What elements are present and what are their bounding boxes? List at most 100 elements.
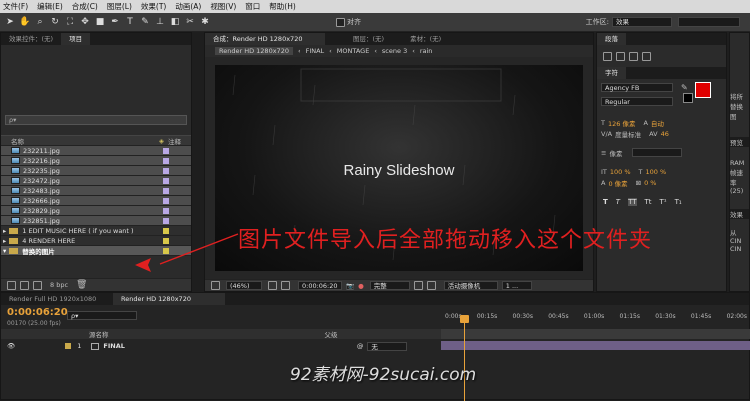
tab-project[interactable]: 项目 (61, 33, 91, 45)
expand-arrow-icon[interactable]: ▸ (3, 227, 6, 235)
stroke-unit-value[interactable]: 像素 (609, 148, 622, 158)
breadcrumb-item[interactable]: rain (420, 47, 433, 55)
tab-render-hd[interactable]: Render HD 1280x720 (113, 293, 225, 305)
workspace-select[interactable]: 效果 (612, 17, 672, 27)
column-name-header[interactable]: 名称 (11, 136, 24, 146)
interpret-footage-icon[interactable] (7, 280, 16, 290)
timecode-display[interactable]: 0:00:06:20 (7, 307, 68, 318)
stroke-style-select[interactable] (632, 148, 683, 157)
tab-composition[interactable]: 合成：Render HD 1280x720 (205, 33, 325, 45)
align-checkbox[interactable] (336, 17, 345, 27)
menu-edit[interactable]: 编辑(E) (37, 1, 63, 12)
list-item[interactable]: 232666.jpg (1, 196, 191, 206)
tab-layer[interactable]: 图层：(无) (345, 33, 392, 45)
transparency-grid-icon[interactable] (426, 281, 436, 290)
text-tool-icon[interactable]: T (124, 16, 136, 28)
menu-effect[interactable]: 效果(T) (141, 1, 166, 12)
fill-color-swatch[interactable] (695, 82, 711, 98)
expand-arrow-icon[interactable]: ▾ (3, 247, 6, 255)
tsume-value[interactable]: 0 % (644, 179, 656, 187)
justify-icon[interactable] (642, 51, 651, 61)
menu-help[interactable]: 帮助(H) (269, 1, 296, 12)
faux-bold-button[interactable]: T (603, 198, 608, 206)
align-right-icon[interactable] (629, 51, 638, 61)
pen-tool-icon[interactable]: ✒ (109, 16, 121, 28)
menu-file[interactable]: 文件(F) (3, 1, 28, 12)
current-time-indicator[interactable] (464, 317, 465, 401)
rectangle-tool-icon[interactable]: ■ (94, 16, 106, 28)
edge-tab-preview[interactable]: 预览 (730, 137, 749, 147)
stroke-color-swatch[interactable] (683, 93, 693, 103)
all-caps-button[interactable]: TT (628, 198, 637, 206)
kerning-value[interactable]: 度量标准 (615, 129, 641, 139)
list-item[interactable]: 232216.jpg (1, 156, 191, 166)
resolution-select[interactable]: 完整 (369, 281, 410, 290)
align-center-icon[interactable] (616, 51, 625, 61)
column-source-name[interactable]: 源名称 (89, 329, 109, 339)
list-item[interactable]: 232472.jpg (1, 176, 191, 186)
breadcrumb-item[interactable]: MONTAGE (337, 47, 370, 55)
roi-icon[interactable] (413, 281, 423, 290)
bpc-label[interactable]: 8 bpc (50, 281, 68, 289)
menu-layer[interactable]: 图层(L) (107, 1, 132, 12)
camera-select[interactable]: 活动摄像机 (443, 281, 498, 290)
tab-effect-controls[interactable]: 效果控件：(无) (1, 33, 61, 45)
time-ruler[interactable]: 0:00s 00:15s 00:30s 00:45s 01:00s 01:15s 01:30… (441, 313, 750, 325)
column-note-header[interactable]: 注释 (168, 136, 181, 146)
tracking-value[interactable]: 46 (661, 130, 669, 138)
list-item[interactable]: 232851.jpg (1, 216, 191, 226)
parent-select[interactable]: 无 (367, 341, 408, 351)
faux-italic-button[interactable]: T (616, 198, 620, 206)
mask-icon[interactable] (281, 281, 290, 290)
tab-footage[interactable]: 素材：(无) (402, 33, 449, 45)
list-item[interactable]: 232483.jpg (1, 186, 191, 196)
expand-arrow-icon[interactable]: ▸ (3, 237, 6, 245)
align-left-icon[interactable] (603, 51, 612, 61)
brush-tool-icon[interactable]: ✎ (139, 16, 151, 28)
leading-value[interactable]: 自动 (651, 118, 664, 128)
layer-label-swatch[interactable] (65, 343, 72, 349)
eraser-tool-icon[interactable]: ◧ (169, 16, 181, 28)
menu-animation[interactable]: 动画(A) (175, 1, 201, 12)
color-channels-icon[interactable]: ● (358, 282, 364, 290)
selection-tool-icon[interactable]: ➤ (4, 16, 16, 28)
clone-tool-icon[interactable]: ⊥ (154, 16, 166, 28)
font-size-value[interactable]: 126 像素 (608, 118, 635, 128)
edge-tab-effects[interactable]: 效果 (730, 209, 749, 219)
hscale-value[interactable]: 100 % (646, 168, 667, 176)
cti-head-icon[interactable] (460, 315, 469, 323)
zoom-select[interactable]: (46%) (226, 281, 262, 290)
pan-behind-tool-icon[interactable]: ✥ (79, 16, 91, 28)
views-select[interactable]: 1 ... (501, 281, 532, 290)
list-item[interactable]: 232829.jpg (1, 206, 191, 216)
list-item[interactable]: 232211.jpg (1, 146, 191, 156)
timecode-field[interactable]: 0:00:06:20 (298, 281, 342, 290)
baseline-value[interactable]: 0 像素 (608, 178, 627, 188)
layer-row[interactable]: 👁 1 FINAL @ 无 (1, 341, 441, 351)
column-parent[interactable]: 父级 (325, 329, 338, 339)
font-style-select[interactable]: Regular (601, 97, 673, 106)
rotate-tool-icon[interactable]: ↻ (49, 16, 61, 28)
layer-duration-bar[interactable] (441, 341, 750, 350)
zoom-tool-icon[interactable]: ⌕ (34, 16, 46, 28)
search-help-field[interactable] (678, 17, 740, 27)
roto-tool-icon[interactable]: ✂ (184, 16, 196, 28)
tab-character[interactable]: 字符 (597, 67, 626, 79)
work-area-bar[interactable] (441, 329, 750, 339)
camera-tool-icon[interactable]: ⛶ (64, 16, 76, 28)
snapshot-icon[interactable]: 📷 (346, 282, 354, 290)
breadcrumb-item[interactable]: scene 3 (382, 47, 407, 55)
tab-paragraph[interactable]: 段落 (597, 33, 626, 45)
timeline-search[interactable]: ρ▾ (67, 311, 137, 320)
hand-tool-icon[interactable]: ✋ (19, 16, 31, 28)
tab-render-full-hd[interactable]: Render Full HD 1920x1080 (1, 293, 113, 305)
menu-window[interactable]: 窗口 (245, 1, 260, 12)
grid-icon[interactable] (268, 281, 277, 290)
visibility-eye-icon[interactable]: 👁 (7, 342, 15, 350)
breadcrumb-item[interactable]: Render HD 1280x720 (215, 47, 293, 55)
breadcrumb-item[interactable]: FINAL (306, 47, 325, 55)
layer-name[interactable]: FINAL (103, 342, 124, 350)
parent-pickwhip-icon[interactable]: @ (357, 342, 364, 350)
puppet-tool-icon[interactable]: ✱ (199, 16, 211, 28)
subscript-button[interactable]: T₁ (675, 198, 682, 206)
